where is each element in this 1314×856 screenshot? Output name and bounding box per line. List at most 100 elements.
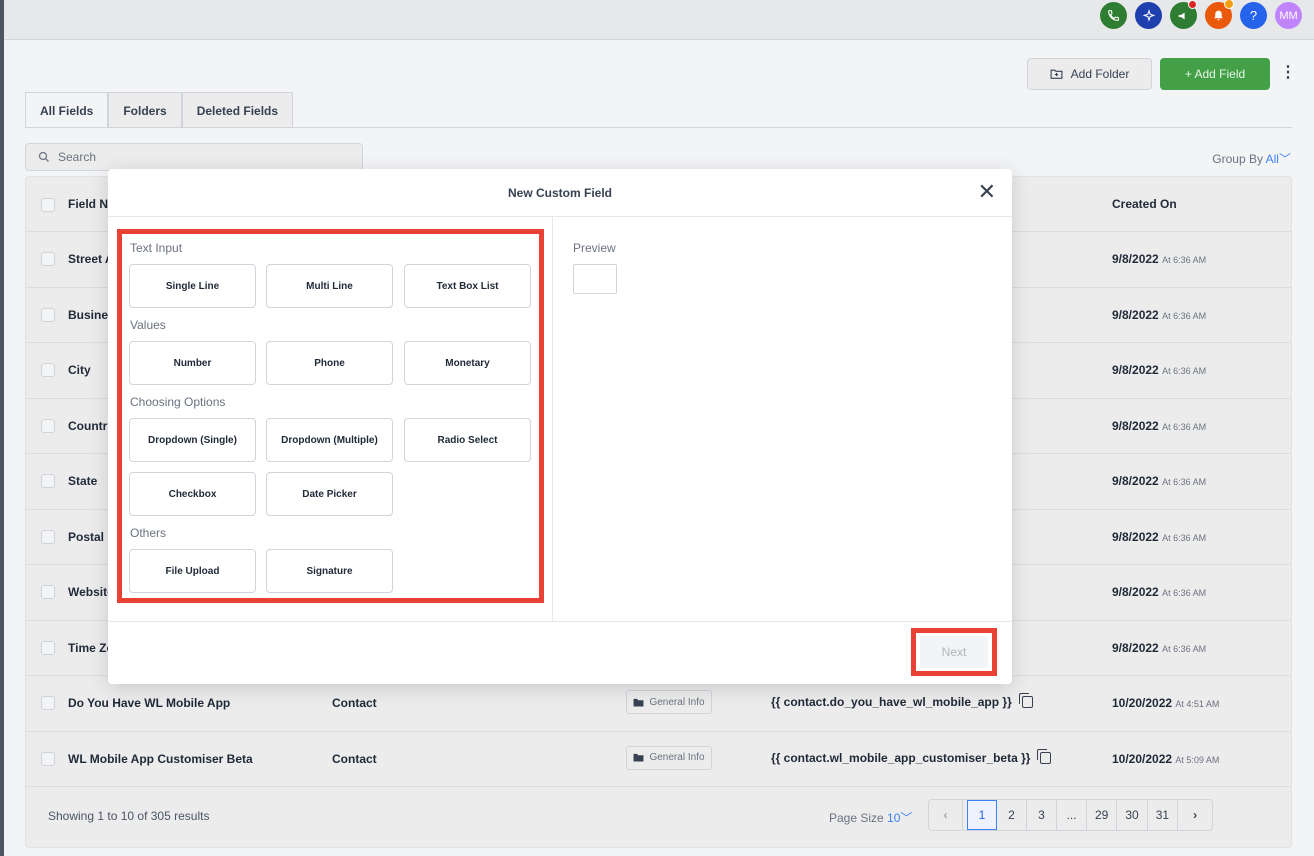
created-on: 9/8/2022 At 6:36 AM: [1112, 307, 1207, 322]
type-number-button[interactable]: Number: [129, 341, 256, 385]
group-by-select[interactable]: Group By All﹀: [1212, 150, 1291, 167]
section-choosing-options: Choosing Options: [130, 395, 226, 409]
search-placeholder: Search: [58, 150, 97, 164]
select-all-checkbox[interactable]: [41, 198, 55, 212]
row-checkbox[interactable]: [41, 696, 55, 710]
section-values: Values: [130, 318, 166, 332]
type-date-picker-button[interactable]: Date Picker: [266, 472, 393, 516]
row-checkbox[interactable]: [41, 363, 55, 377]
row-checkbox[interactable]: [41, 585, 55, 599]
row-checkbox[interactable]: [41, 307, 55, 322]
modal-header: New Custom Field ✕: [108, 169, 1012, 217]
field-name: Street A: [68, 252, 114, 266]
folder-icon: [634, 698, 644, 707]
tabs: All Fields Folders Deleted Fields: [25, 92, 294, 128]
row-checkbox[interactable]: [41, 529, 55, 544]
add-folder-label: Add Folder: [1070, 67, 1130, 81]
tab-all-fields[interactable]: All Fields: [25, 92, 109, 128]
created-on: 9/8/2022 At 6:36 AM: [1112, 640, 1207, 655]
preview-label: Preview: [573, 241, 616, 255]
page-button[interactable]: 31: [1148, 800, 1179, 830]
type-text-box-list-button[interactable]: Text Box List: [404, 264, 531, 308]
field-name: Postal (: [68, 529, 112, 544]
folder-badge[interactable]: General Info: [626, 745, 712, 770]
type-single-line-button[interactable]: Single Line: [129, 264, 256, 308]
field-key: {{ contact.do_you_have_wl_mobile_app }}: [771, 693, 1033, 709]
avatar[interactable]: MM: [1275, 2, 1302, 29]
left-sidebar-edge: [0, 0, 4, 856]
row-checkbox[interactable]: [41, 751, 55, 766]
top-icons: ? MM: [1100, 0, 1302, 29]
section-text-input: Text Input: [130, 241, 183, 255]
pagination: ‹ 1 2 3 ... 29 30 31 ›: [928, 799, 1214, 831]
created-on: 9/8/2022 At 6:36 AM: [1112, 418, 1207, 433]
page-size-value: 10: [887, 811, 901, 825]
table-row[interactable]: WL Mobile App Customiser Beta Contact Ge…: [26, 732, 1291, 787]
created-on: 10/20/2022 At 5:09 AM: [1112, 751, 1220, 766]
type-phone-button[interactable]: Phone: [266, 341, 393, 385]
chevron-down-icon: ﹀: [1278, 152, 1291, 166]
help-icon[interactable]: ?: [1240, 2, 1267, 29]
row-checkbox[interactable]: [41, 474, 55, 488]
created-on: 9/8/2022 At 6:36 AM: [1112, 585, 1207, 599]
folder-icon: [634, 753, 644, 762]
modal-title: New Custom Field: [507, 186, 612, 200]
field-key-text: {{ contact.do_you_have_wl_mobile_app }}: [771, 695, 1012, 709]
type-file-upload-button[interactable]: File Upload: [129, 549, 256, 593]
copy-icon[interactable]: [1037, 748, 1052, 764]
type-dropdown-single-button[interactable]: Dropdown (Single): [129, 418, 256, 462]
object-type: Contact: [332, 751, 377, 766]
field-key-text: {{ contact.wl_mobile_app_customiser_beta…: [771, 750, 1031, 765]
copy-icon[interactable]: [1018, 693, 1033, 708]
type-multi-line-button[interactable]: Multi Line: [266, 264, 393, 308]
created-on: 10/20/2022 At 4:51 AM: [1112, 696, 1220, 710]
add-folder-button[interactable]: Add Folder: [1027, 58, 1152, 90]
close-icon[interactable]: ✕: [978, 181, 996, 203]
new-custom-field-modal: New Custom Field ✕ Text Input Single Lin…: [108, 169, 1012, 684]
tab-folders[interactable]: Folders: [108, 92, 182, 128]
page-button[interactable]: 1: [967, 800, 997, 830]
megaphone-icon[interactable]: [1170, 0, 1197, 29]
page-button[interactable]: 3: [1027, 800, 1057, 830]
next-page-button[interactable]: ›: [1178, 800, 1212, 830]
type-dropdown-multiple-button[interactable]: Dropdown (Multiple): [266, 418, 393, 462]
folder-plus-icon: [1050, 69, 1063, 79]
section-others: Others: [130, 526, 167, 540]
type-signature-button[interactable]: Signature: [266, 549, 393, 593]
row-checkbox[interactable]: [41, 418, 55, 433]
page-size-select[interactable]: Page Size 10﹀: [829, 809, 912, 826]
phone-icon[interactable]: [1100, 2, 1127, 29]
header-field-name: Field N: [68, 197, 109, 211]
row-checkbox[interactable]: [41, 252, 55, 266]
next-button[interactable]: Next: [920, 636, 988, 668]
created-on: 9/8/2022 At 6:36 AM: [1112, 252, 1207, 266]
group-by-label: Group By: [1212, 152, 1263, 166]
more-options-icon[interactable]: ⋮: [1280, 62, 1296, 82]
page-button[interactable]: 29: [1087, 800, 1118, 830]
header-created-on: Created On: [1112, 197, 1177, 211]
notification-dot: [1188, 0, 1197, 9]
page-button[interactable]: 30: [1117, 800, 1148, 830]
folder-label: General Info: [649, 696, 705, 708]
folder-badge[interactable]: General Info: [626, 690, 712, 714]
field-name: State: [68, 474, 98, 488]
type-checkbox-button[interactable]: Checkbox: [129, 472, 256, 516]
add-field-button[interactable]: + Add Field: [1160, 58, 1270, 90]
row-checkbox[interactable]: [41, 640, 55, 655]
page-button[interactable]: 2: [997, 800, 1027, 830]
modal-footer-divider: [108, 621, 1012, 622]
type-radio-select-button[interactable]: Radio Select: [404, 418, 531, 462]
sparkle-icon[interactable]: [1135, 2, 1162, 29]
field-name: WL Mobile App Customiser Beta: [68, 751, 253, 766]
type-monetary-button[interactable]: Monetary: [404, 341, 531, 385]
table-row[interactable]: Do You Have WL Mobile App Contact Genera…: [26, 676, 1291, 732]
field-key: {{ contact.wl_mobile_app_customiser_beta…: [771, 748, 1052, 765]
preview-box: [573, 264, 617, 294]
bell-icon[interactable]: [1205, 0, 1234, 29]
search-icon: [38, 151, 49, 162]
object-type: Contact: [332, 696, 377, 710]
prev-page-button[interactable]: ‹: [929, 800, 963, 830]
tab-divider: [25, 127, 1292, 128]
search-input[interactable]: Search: [25, 143, 363, 171]
tab-deleted-fields[interactable]: Deleted Fields: [181, 92, 294, 128]
